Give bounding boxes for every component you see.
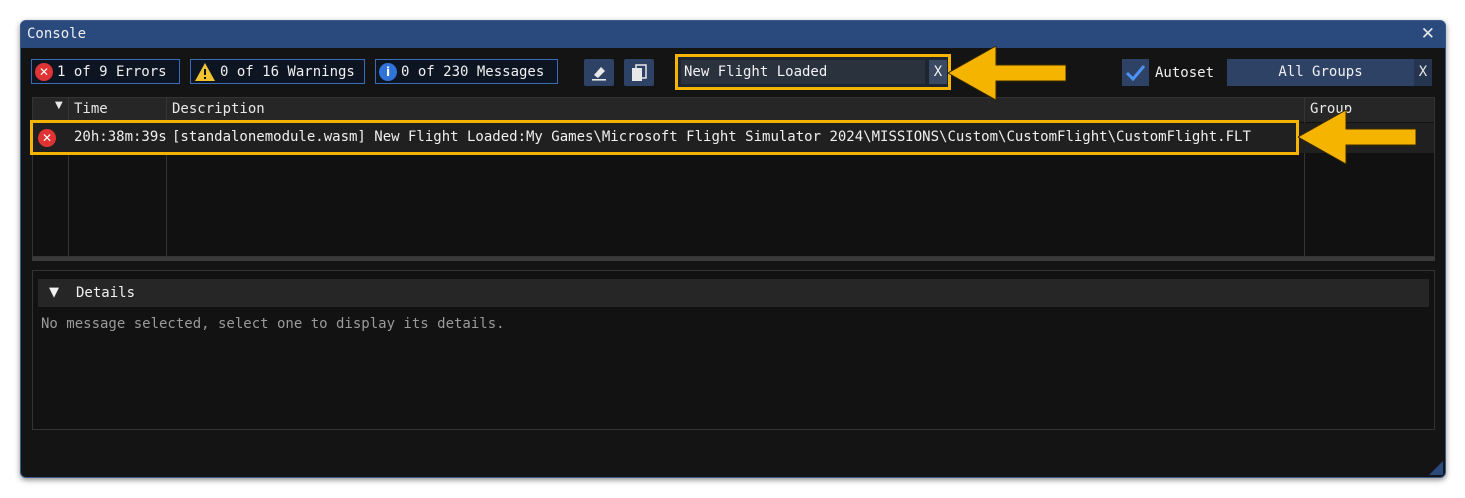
- autoset-checkbox[interactable]: [1122, 59, 1149, 86]
- details-empty-text: No message selected, select one to displ…: [41, 316, 505, 332]
- search-clear-button[interactable]: X: [929, 60, 947, 84]
- details-title: Details: [76, 285, 136, 301]
- error-icon: ✕: [35, 62, 53, 81]
- info-icon: i: [379, 62, 397, 81]
- message-table: ▼ Time Description Group ✕ 20h:38m:39s […: [32, 97, 1435, 257]
- column-divider[interactable]: [68, 98, 69, 256]
- title-bar[interactable]: Console ✕: [21, 21, 1445, 48]
- sort-down-icon[interactable]: ▼: [55, 100, 63, 111]
- arrow-icon: [1298, 110, 1416, 164]
- warnings-filter-label: 0 of 16 Warnings: [220, 63, 355, 80]
- table-header: ▼ Time Description Group: [33, 98, 1434, 122]
- table-scrollbar[interactable]: [32, 257, 1435, 261]
- messages-filter-button[interactable]: i 0 of 230 Messages: [375, 59, 558, 84]
- copy-button[interactable]: [624, 59, 654, 86]
- messages-filter-label: 0 of 230 Messages: [401, 63, 545, 80]
- table-row[interactable]: ✕ 20h:38m:39s [standalonemodule.wasm] Ne…: [33, 123, 1434, 153]
- groups-select[interactable]: All Groups: [1227, 59, 1414, 86]
- column-header-time[interactable]: Time: [74, 101, 108, 117]
- groups-clear-button[interactable]: X: [1414, 59, 1432, 86]
- row-description: [standalonemodule.wasm] New Flight Loade…: [172, 129, 1251, 145]
- errors-filter-button[interactable]: ✕ 1 of 9 Errors: [31, 59, 180, 84]
- row-time: 20h:38m:39s: [74, 129, 166, 145]
- error-icon: ✕: [38, 129, 56, 147]
- column-header-description[interactable]: Description: [172, 101, 265, 117]
- details-header[interactable]: ▼ Details: [38, 279, 1429, 307]
- copy-icon: [632, 64, 647, 81]
- collapse-arrow-icon: ▼: [49, 285, 59, 300]
- console-window: Console ✕ ✕ 1 of 9 Errors 0 of 16 Warnin…: [20, 20, 1446, 478]
- checkmark-icon: [1125, 65, 1146, 82]
- arrow-icon: [948, 46, 1066, 100]
- warning-icon: [195, 62, 215, 81]
- errors-filter-label: 1 of 9 Errors: [57, 63, 167, 80]
- window-title: Console: [27, 26, 87, 42]
- eraser-icon: [592, 67, 606, 81]
- clear-button[interactable]: [584, 59, 614, 86]
- autoset-label: Autoset: [1155, 65, 1215, 81]
- warnings-filter-button[interactable]: 0 of 16 Warnings: [190, 59, 365, 84]
- resize-grip[interactable]: [1429, 461, 1443, 475]
- column-divider[interactable]: [166, 98, 167, 256]
- search-input[interactable]: [681, 60, 925, 84]
- close-icon[interactable]: ✕: [1421, 24, 1435, 44]
- search-field-highlight: X: [675, 54, 951, 90]
- details-panel: ▼ Details No message selected, select on…: [32, 270, 1435, 430]
